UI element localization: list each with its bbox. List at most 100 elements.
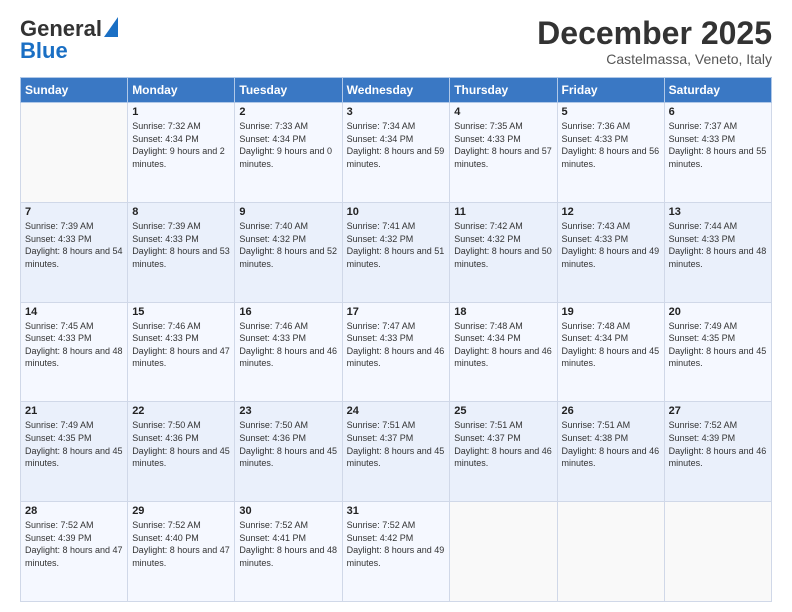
calendar-cell: 15 Sunrise: 7:46 AMSunset: 4:33 PMDayligh… bbox=[128, 302, 235, 402]
calendar-table: SundayMondayTuesdayWednesdayThursdayFrid… bbox=[20, 77, 772, 602]
calendar-day-header-saturday: Saturday bbox=[664, 78, 771, 103]
calendar-cell: 10Sunrise: 7:41 AMSunset: 4:32 PMDayligh… bbox=[342, 202, 450, 302]
calendar-cell: 1 Sunrise: 7:32 AMSunset: 4:34 PMDaylight… bbox=[128, 103, 235, 203]
day-number: 28 bbox=[25, 505, 123, 517]
day-info: Sunrise: 7:52 AMSunset: 4:41 PMDaylight:… bbox=[239, 519, 337, 569]
day-number: 18 bbox=[454, 306, 552, 318]
day-number: 4 bbox=[454, 106, 552, 118]
calendar-cell: 25 Sunrise: 7:51 AMSunset: 4:37 PMDayligh… bbox=[450, 402, 557, 502]
day-number: 11 bbox=[454, 206, 552, 218]
day-number: 17 bbox=[347, 306, 446, 318]
calendar-cell: 16 Sunrise: 7:46 AMSunset: 4:33 PMDayligh… bbox=[235, 302, 342, 402]
page: General Blue December 2025 Castelmassa, … bbox=[0, 0, 792, 612]
day-number: 15 bbox=[132, 306, 230, 318]
calendar-cell: 27 Sunrise: 7:52 AMSunset: 4:39 PMDayligh… bbox=[664, 402, 771, 502]
day-info: Sunrise: 7:35 AMSunset: 4:33 PMDaylight:… bbox=[454, 120, 552, 170]
calendar-week-row: 28 Sunrise: 7:52 AMSunset: 4:39 PMDayligh… bbox=[21, 502, 772, 602]
day-number: 6 bbox=[669, 106, 767, 118]
day-number: 24 bbox=[347, 405, 446, 417]
day-info: Sunrise: 7:39 AMSunset: 4:33 PMDaylight:… bbox=[25, 220, 123, 270]
calendar-cell: 26Sunrise: 7:51 AMSunset: 4:38 PMDayligh… bbox=[557, 402, 664, 502]
logo-blue-text: Blue bbox=[20, 38, 68, 64]
day-info: Sunrise: 7:36 AMSunset: 4:33 PMDaylight:… bbox=[562, 120, 660, 170]
calendar-day-header-sunday: Sunday bbox=[21, 78, 128, 103]
calendar-cell: 17 Sunrise: 7:47 AMSunset: 4:33 PMDayligh… bbox=[342, 302, 450, 402]
day-info: Sunrise: 7:52 AMSunset: 4:39 PMDaylight:… bbox=[669, 419, 767, 469]
calendar-week-row: 14 Sunrise: 7:45 AMSunset: 4:33 PMDayligh… bbox=[21, 302, 772, 402]
calendar-cell: 9 Sunrise: 7:40 AMSunset: 4:32 PMDaylight… bbox=[235, 202, 342, 302]
day-info: Sunrise: 7:50 AMSunset: 4:36 PMDaylight:… bbox=[239, 419, 337, 469]
day-number: 14 bbox=[25, 306, 123, 318]
calendar-cell: 2 Sunrise: 7:33 AMSunset: 4:34 PMDaylight… bbox=[235, 103, 342, 203]
day-number: 22 bbox=[132, 405, 230, 417]
day-info: Sunrise: 7:49 AMSunset: 4:35 PMDaylight:… bbox=[669, 320, 767, 370]
month-title: December 2025 bbox=[537, 16, 772, 51]
day-info: Sunrise: 7:45 AMSunset: 4:33 PMDaylight:… bbox=[25, 320, 123, 370]
day-number: 10 bbox=[347, 206, 446, 218]
day-number: 9 bbox=[239, 206, 337, 218]
day-number: 5 bbox=[562, 106, 660, 118]
calendar-day-header-friday: Friday bbox=[557, 78, 664, 103]
calendar-header-row: SundayMondayTuesdayWednesdayThursdayFrid… bbox=[21, 78, 772, 103]
day-number: 16 bbox=[239, 306, 337, 318]
calendar-cell: 23Sunrise: 7:50 AMSunset: 4:36 PMDayligh… bbox=[235, 402, 342, 502]
day-number: 8 bbox=[132, 206, 230, 218]
day-info: Sunrise: 7:49 AMSunset: 4:35 PMDaylight:… bbox=[25, 419, 123, 469]
day-number: 21 bbox=[25, 405, 123, 417]
calendar-day-header-thursday: Thursday bbox=[450, 78, 557, 103]
day-info: Sunrise: 7:44 AMSunset: 4:33 PMDaylight:… bbox=[669, 220, 767, 270]
calendar-cell: 8 Sunrise: 7:39 AMSunset: 4:33 PMDaylight… bbox=[128, 202, 235, 302]
logo: General Blue bbox=[20, 16, 118, 64]
day-info: Sunrise: 7:46 AMSunset: 4:33 PMDaylight:… bbox=[132, 320, 230, 370]
logo-triangle-icon bbox=[104, 17, 118, 37]
calendar-day-header-tuesday: Tuesday bbox=[235, 78, 342, 103]
calendar-cell: 22 Sunrise: 7:50 AMSunset: 4:36 PMDayligh… bbox=[128, 402, 235, 502]
calendar-cell: 28 Sunrise: 7:52 AMSunset: 4:39 PMDayligh… bbox=[21, 502, 128, 602]
calendar-week-row: 1 Sunrise: 7:32 AMSunset: 4:34 PMDaylight… bbox=[21, 103, 772, 203]
day-info: Sunrise: 7:43 AMSunset: 4:33 PMDaylight:… bbox=[562, 220, 660, 270]
calendar-cell: 5 Sunrise: 7:36 AMSunset: 4:33 PMDaylight… bbox=[557, 103, 664, 203]
day-number: 1 bbox=[132, 106, 230, 118]
calendar-cell: 3 Sunrise: 7:34 AMSunset: 4:34 PMDaylight… bbox=[342, 103, 450, 203]
day-number: 7 bbox=[25, 206, 123, 218]
day-info: Sunrise: 7:42 AMSunset: 4:32 PMDaylight:… bbox=[454, 220, 552, 270]
day-info: Sunrise: 7:48 AMSunset: 4:34 PMDaylight:… bbox=[454, 320, 552, 370]
day-info: Sunrise: 7:34 AMSunset: 4:34 PMDaylight:… bbox=[347, 120, 446, 170]
day-info: Sunrise: 7:46 AMSunset: 4:33 PMDaylight:… bbox=[239, 320, 337, 370]
calendar-cell: 18 Sunrise: 7:48 AMSunset: 4:34 PMDayligh… bbox=[450, 302, 557, 402]
calendar-cell: 11 Sunrise: 7:42 AMSunset: 4:32 PMDayligh… bbox=[450, 202, 557, 302]
calendar-cell: 4 Sunrise: 7:35 AMSunset: 4:33 PMDaylight… bbox=[450, 103, 557, 203]
calendar-cell: 30 Sunrise: 7:52 AMSunset: 4:41 PMDayligh… bbox=[235, 502, 342, 602]
day-info: Sunrise: 7:47 AMSunset: 4:33 PMDaylight:… bbox=[347, 320, 446, 370]
day-number: 12 bbox=[562, 206, 660, 218]
day-number: 25 bbox=[454, 405, 552, 417]
day-info: Sunrise: 7:50 AMSunset: 4:36 PMDaylight:… bbox=[132, 419, 230, 469]
day-info: Sunrise: 7:37 AMSunset: 4:33 PMDaylight:… bbox=[669, 120, 767, 170]
calendar-cell: 14 Sunrise: 7:45 AMSunset: 4:33 PMDayligh… bbox=[21, 302, 128, 402]
day-number: 27 bbox=[669, 405, 767, 417]
day-number: 13 bbox=[669, 206, 767, 218]
calendar-cell: 21 Sunrise: 7:49 AMSunset: 4:35 PMDayligh… bbox=[21, 402, 128, 502]
day-info: Sunrise: 7:32 AMSunset: 4:34 PMDaylight:… bbox=[132, 120, 230, 170]
calendar-cell: 6 Sunrise: 7:37 AMSunset: 4:33 PMDaylight… bbox=[664, 103, 771, 203]
day-number: 29 bbox=[132, 505, 230, 517]
title-block: December 2025 Castelmassa, Veneto, Italy bbox=[537, 16, 772, 67]
day-number: 2 bbox=[239, 106, 337, 118]
day-number: 3 bbox=[347, 106, 446, 118]
day-info: Sunrise: 7:51 AMSunset: 4:37 PMDaylight:… bbox=[454, 419, 552, 469]
calendar-day-header-wednesday: Wednesday bbox=[342, 78, 450, 103]
calendar-week-row: 7 Sunrise: 7:39 AMSunset: 4:33 PMDaylight… bbox=[21, 202, 772, 302]
day-info: Sunrise: 7:52 AMSunset: 4:39 PMDaylight:… bbox=[25, 519, 123, 569]
day-number: 20 bbox=[669, 306, 767, 318]
day-info: Sunrise: 7:48 AMSunset: 4:34 PMDaylight:… bbox=[562, 320, 660, 370]
calendar-cell bbox=[557, 502, 664, 602]
day-number: 19 bbox=[562, 306, 660, 318]
day-info: Sunrise: 7:39 AMSunset: 4:33 PMDaylight:… bbox=[132, 220, 230, 270]
calendar-cell: 31Sunrise: 7:52 AMSunset: 4:42 PMDayligh… bbox=[342, 502, 450, 602]
day-info: Sunrise: 7:33 AMSunset: 4:34 PMDaylight:… bbox=[239, 120, 337, 170]
calendar-cell: 13 Sunrise: 7:44 AMSunset: 4:33 PMDayligh… bbox=[664, 202, 771, 302]
day-info: Sunrise: 7:40 AMSunset: 4:32 PMDaylight:… bbox=[239, 220, 337, 270]
day-number: 30 bbox=[239, 505, 337, 517]
day-info: Sunrise: 7:51 AMSunset: 4:38 PMDaylight:… bbox=[562, 419, 660, 469]
calendar-cell bbox=[664, 502, 771, 602]
